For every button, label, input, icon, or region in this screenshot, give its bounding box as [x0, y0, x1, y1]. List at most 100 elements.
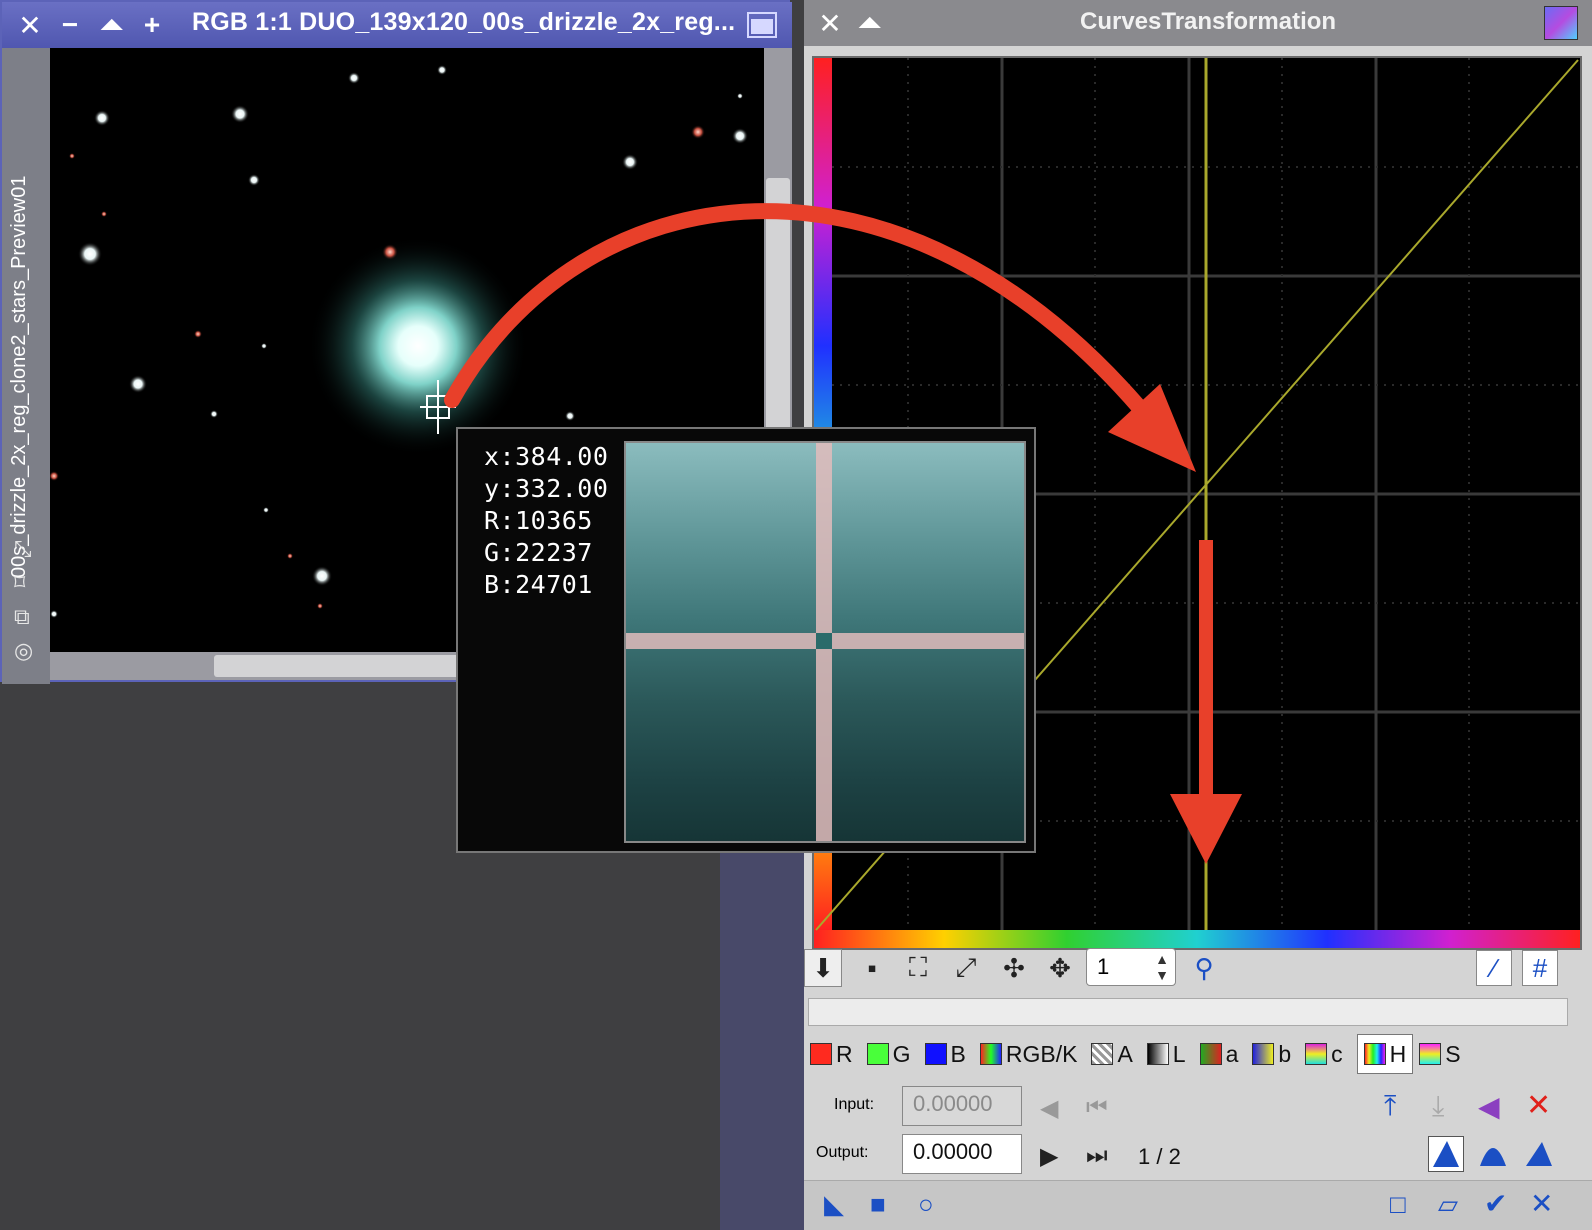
- channel-a-chroma[interactable]: a: [1199, 1034, 1239, 1074]
- zoom-value: 1: [1097, 954, 1110, 979]
- akima-interpolation-icon[interactable]: [1428, 1136, 1464, 1172]
- restore-icon[interactable]: [742, 2, 782, 48]
- store-icon[interactable]: ⤒: [1384, 1090, 1396, 1123]
- reset-instance-icon[interactable]: ✕: [1530, 1187, 1553, 1220]
- bright-star: [308, 236, 528, 456]
- graph-toolbar: ⬇ ▪ ⛶ ⤢ ✣ ✥ 1 ▲ ▼ ⚲ ∕ #: [804, 946, 1592, 990]
- blue-swatch-icon: [924, 1043, 947, 1065]
- output-label: Output:: [816, 1144, 869, 1161]
- previous-point-icon[interactable]: ◀: [1040, 1094, 1058, 1123]
- channel-s[interactable]: S: [1419, 1034, 1461, 1074]
- close-icon[interactable]: ✕: [12, 2, 48, 48]
- a-swatch-icon: [1199, 1043, 1222, 1065]
- channel-label: b: [1278, 1040, 1292, 1067]
- maximize-icon[interactable]: +: [134, 2, 170, 48]
- shade-icon[interactable]: ⏶: [850, 0, 890, 46]
- channel-h[interactable]: H: [1356, 1034, 1414, 1074]
- channel-b[interactable]: B: [924, 1034, 966, 1074]
- lightness-swatch-icon: [1146, 1043, 1169, 1065]
- load-icon[interactable]: ⤓: [1432, 1090, 1444, 1123]
- edit-point-icon[interactable]: ⬇: [804, 949, 842, 987]
- channel-label: H: [1389, 1040, 1407, 1067]
- b-swatch-icon: [1252, 1043, 1275, 1065]
- delete-point-icon[interactable]: ⛶: [898, 948, 938, 988]
- readout-values: x:384.00 y:332.00 R:10365 G:22237 B:2470…: [484, 441, 608, 601]
- next-point-icon[interactable]: ▶: [1040, 1142, 1058, 1171]
- output-field[interactable]: 0.00000: [902, 1134, 1022, 1174]
- channel-label: S: [1445, 1040, 1461, 1067]
- c-swatch-icon: [1305, 1043, 1328, 1065]
- input-field[interactable]: 0.00000: [902, 1086, 1022, 1126]
- hue-swatch-icon: [1363, 1043, 1386, 1065]
- readout-x: x:384.00: [484, 442, 609, 471]
- close-icon[interactable]: ✕: [810, 0, 850, 46]
- first-point-icon[interactable]: ⏮: [1086, 1094, 1108, 1122]
- documentation-icon[interactable]: ▱: [1438, 1189, 1458, 1220]
- zoom-in-icon[interactable]: ⤢: [946, 948, 986, 988]
- readout-y: y:332.00: [484, 474, 609, 503]
- channel-label: a: [1225, 1040, 1239, 1067]
- preview-icon[interactable]: □: [1390, 1189, 1406, 1220]
- preview-name-label: 00s_drizzle_2x_reg_clone2_stars_Preview0…: [8, 175, 30, 578]
- channel-label: c: [1331, 1040, 1343, 1067]
- input-label: Input:: [834, 1096, 875, 1113]
- frame-icon[interactable]: ⌑: [14, 570, 25, 596]
- readout-b: B:24701: [484, 570, 593, 599]
- channel-l[interactable]: L: [1146, 1034, 1186, 1074]
- saturation-swatch-icon: [1419, 1043, 1442, 1065]
- apply-global-icon[interactable]: ○: [918, 1189, 934, 1220]
- channel-rgbk[interactable]: RGB/K: [979, 1034, 1078, 1074]
- new-instance-icon[interactable]: ◣: [824, 1189, 844, 1220]
- select-point-icon[interactable]: ▪: [852, 948, 892, 988]
- red-swatch-icon: [810, 1043, 832, 1065]
- bottom-toolbar: ◣ ■ ○ □ ▱ ✔ ✕: [804, 1180, 1592, 1230]
- crop-icon[interactable]: ⤡: [14, 536, 32, 562]
- apply-icon[interactable]: ■: [870, 1189, 886, 1220]
- spin-arrows-icon[interactable]: ▲ ▼: [1155, 951, 1169, 983]
- point-counter: 1 / 2: [1138, 1144, 1181, 1169]
- channel-g[interactable]: G: [866, 1034, 911, 1074]
- channel-r[interactable]: R: [810, 1034, 853, 1074]
- image-window-titlebar[interactable]: ✕ − ⏶ + RGB 1:1 DUO_139x120_00s_drizzle_…: [2, 2, 792, 48]
- alpha-swatch-icon: [1091, 1043, 1114, 1065]
- curve-type-icon[interactable]: ∕: [1476, 950, 1512, 986]
- channel-label: RGB/K: [1005, 1040, 1078, 1067]
- readout-r: R:10365: [484, 506, 593, 535]
- curves-titlebar[interactable]: ✕ ⏶ CurvesTransformation: [804, 0, 1592, 46]
- channel-label: G: [892, 1040, 911, 1067]
- curves-title: CurvesTransformation: [1080, 8, 1337, 35]
- reverse-icon[interactable]: ◀: [1478, 1090, 1500, 1123]
- pixel-readout-popup: x:384.00 y:332.00 R:10365 G:22237 B:2470…: [456, 427, 1036, 853]
- grid-toggle-icon[interactable]: #: [1522, 950, 1558, 986]
- process-icon[interactable]: [1544, 6, 1578, 40]
- checkmark-icon[interactable]: ✔: [1484, 1187, 1507, 1220]
- clone-icon[interactable]: ⧉: [14, 604, 30, 630]
- window-shadow: [720, 850, 804, 1230]
- target-icon[interactable]: ◎: [14, 638, 33, 664]
- last-point-icon[interactable]: ⏭: [1086, 1142, 1108, 1170]
- zoomed-pixels: [624, 441, 1026, 843]
- rgb-swatch-icon: [979, 1043, 1002, 1065]
- preview-side-strip: 00s_drizzle_2x_reg_clone2_stars_Preview0…: [2, 48, 50, 684]
- channel-c[interactable]: c: [1305, 1034, 1343, 1074]
- pan-icon[interactable]: ✥: [1040, 948, 1080, 988]
- shade-icon[interactable]: ⏶: [94, 2, 130, 48]
- cubic-interpolation-icon[interactable]: [1476, 1136, 1512, 1172]
- minimize-icon[interactable]: −: [52, 2, 88, 48]
- readout-g: G:22237: [484, 538, 593, 567]
- zoom-out-icon[interactable]: ✣: [994, 948, 1034, 988]
- channel-selector: R G B RGB/K A L a b c H S: [810, 1034, 1475, 1074]
- channel-b-chroma[interactable]: b: [1252, 1034, 1291, 1074]
- info-bar: [808, 998, 1568, 1026]
- channel-label: R: [836, 1040, 853, 1067]
- zoom-magnifier-icon[interactable]: ⚲: [1184, 948, 1224, 988]
- image-window-title: RGB 1:1 DUO_139x120_00s_drizzle_2x_reg..…: [192, 8, 736, 36]
- channel-label: A: [1117, 1040, 1133, 1067]
- channel-label: B: [950, 1040, 966, 1067]
- linear-interpolation-icon[interactable]: [1522, 1136, 1558, 1172]
- zoom-spinbox[interactable]: 1 ▲ ▼: [1086, 948, 1176, 986]
- channel-a[interactable]: A: [1091, 1034, 1133, 1074]
- reset-icon[interactable]: ✕: [1526, 1088, 1551, 1123]
- center-pixel: [816, 633, 832, 649]
- green-swatch-icon: [866, 1043, 889, 1065]
